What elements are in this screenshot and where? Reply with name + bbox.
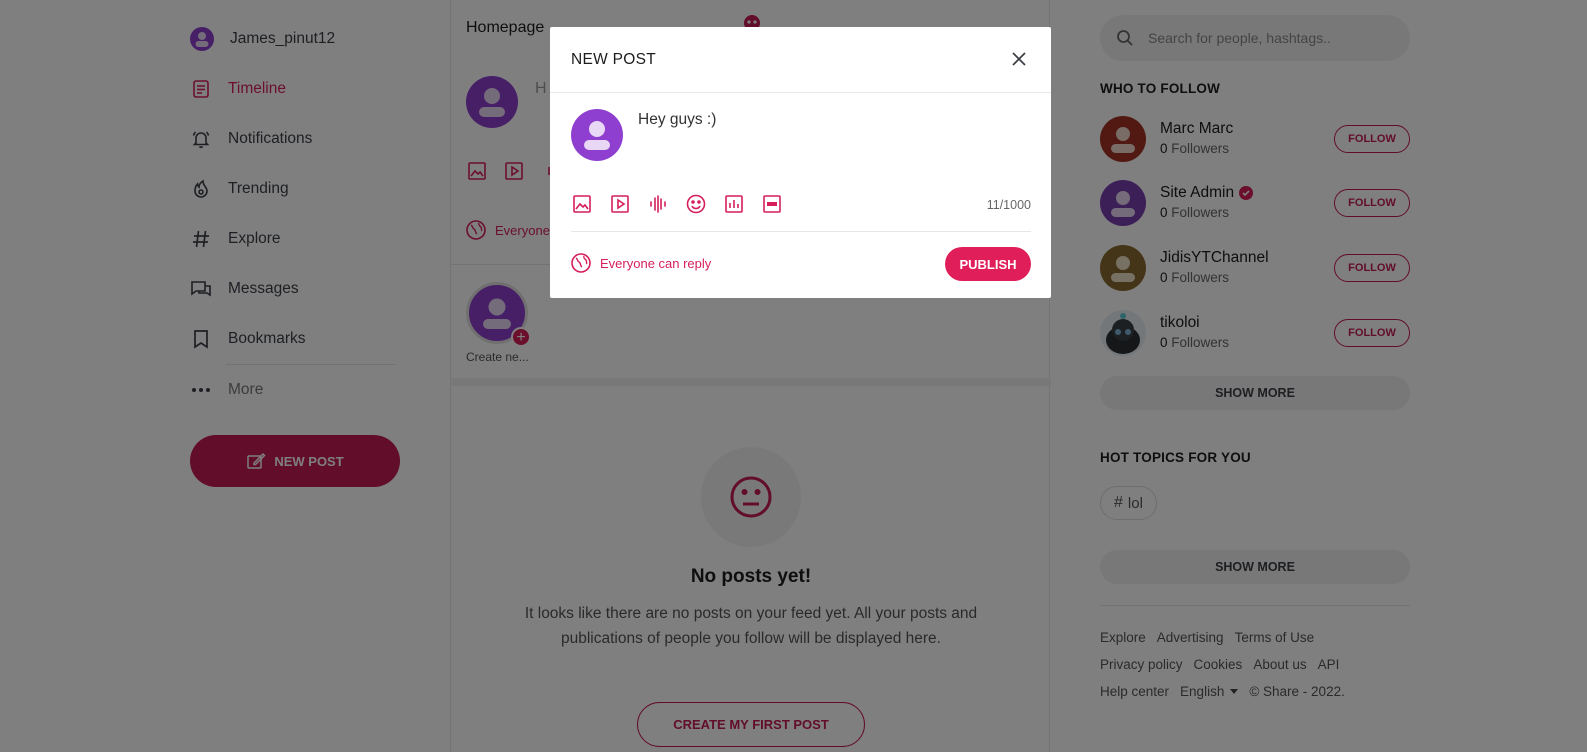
modal-header: NEW POST xyxy=(550,27,1051,93)
image-icon[interactable] xyxy=(571,193,592,214)
reply-setting-dropdown[interactable]: Everyone can reply xyxy=(571,253,711,273)
author-avatar xyxy=(571,109,623,161)
modal-divider xyxy=(571,231,1031,232)
new-post-modal: NEW POST 11/1000 Everyone can reply xyxy=(550,27,1051,298)
video-icon[interactable] xyxy=(609,193,630,214)
post-text-input[interactable] xyxy=(638,111,1028,171)
audio-wave-icon[interactable] xyxy=(647,193,668,214)
emoji-icon[interactable] xyxy=(685,193,706,214)
publish-button[interactable]: PUBLISH xyxy=(945,247,1031,281)
close-icon[interactable] xyxy=(1009,49,1029,69)
post-media-toolbar xyxy=(571,193,782,214)
poll-chart-icon[interactable] xyxy=(723,193,744,214)
reply-setting-label: Everyone can reply xyxy=(600,255,712,271)
modal-title: NEW POST xyxy=(571,51,657,68)
character-count: 11/1000 xyxy=(986,198,1031,212)
globe-icon xyxy=(571,253,591,273)
gif-icon[interactable] xyxy=(761,193,782,214)
